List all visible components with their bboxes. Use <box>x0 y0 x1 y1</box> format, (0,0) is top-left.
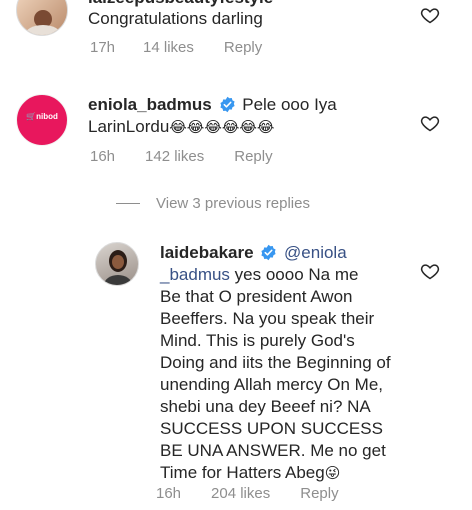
like-heart-icon[interactable] <box>420 113 440 133</box>
divider-line <box>116 203 140 204</box>
cart-icon: 🛒 <box>26 112 37 121</box>
view-previous-replies[interactable]: View 3 previous replies <box>116 195 310 212</box>
comment-2: 🛒nibod eniola_badmus Pele ooo Iya LarinL… <box>0 88 472 178</box>
reply-1: laidebakare @eniola _badmus yes oooo Na … <box>0 238 472 510</box>
like-heart-icon[interactable] <box>420 5 440 25</box>
verified-badge-icon <box>219 96 235 113</box>
reply-line: Mind. This is purely God's <box>160 331 355 350</box>
reply-line: Be that O president Awon <box>160 287 353 306</box>
reply-line: unending Allah mercy On Me, <box>160 375 384 394</box>
profile-photo-icon <box>104 250 132 285</box>
reply-text: laidebakare @eniola _badmus yes oooo Na … <box>160 242 410 484</box>
comment-time: 16h <box>90 148 116 165</box>
avatar[interactable] <box>16 0 68 36</box>
comment-time: 17h <box>90 39 116 56</box>
winking-tongue-emoji: 😜 <box>324 464 341 482</box>
reply-line: Beeffers. Na you speak their <box>160 309 375 328</box>
comment-1: laizeepusbeautyfestyle Congratulations d… <box>0 0 472 70</box>
mention-link-cont[interactable]: _badmus <box>160 265 230 284</box>
comment-body-line2: LarinLordu <box>88 117 170 136</box>
brand-logo: 🛒nibod <box>26 112 58 121</box>
comment-likes[interactable]: 142 likes <box>145 148 204 165</box>
comment-text: eniola_badmus Pele ooo Iya LarinLordu😂😂😂… <box>88 94 408 138</box>
comment-meta: 17h 14 likes Reply <box>90 39 262 56</box>
comment-meta: 16h 142 likes Reply <box>90 148 273 165</box>
comment-text: Congratulations darling <box>88 9 263 28</box>
reply-button[interactable]: Reply <box>234 148 272 165</box>
comment-likes[interactable]: 14 likes <box>143 39 194 56</box>
reply-username[interactable]: laidebakare <box>160 243 254 262</box>
reply-line: BE UNA ANSWER. Me no get <box>160 441 386 460</box>
laughing-emoji: 😂😂😂😂😂😂 <box>169 118 275 136</box>
reply-likes[interactable]: 204 likes <box>211 485 270 502</box>
comment-username[interactable]: eniola_badmus <box>88 95 212 114</box>
reply-time: 16h <box>156 485 182 502</box>
reply-button[interactable]: Reply <box>300 485 338 502</box>
view-replies-label[interactable]: View 3 previous replies <box>156 195 310 212</box>
like-heart-icon[interactable] <box>420 261 440 281</box>
avatar-eniola-badmus[interactable]: 🛒nibod <box>16 94 68 146</box>
reply-line: Doing and iits the Beginning of <box>160 353 391 372</box>
reply-meta: 16h 204 likes Reply <box>156 485 339 502</box>
reply-line: SUCCESS UPON SUCCESS <box>160 419 383 438</box>
avatar-laidebakare[interactable] <box>95 242 139 286</box>
profile-photo-icon <box>25 10 61 35</box>
mention-link[interactable]: @eniola <box>284 243 347 262</box>
reply-line: shebi una dey Beeef ni? NA <box>160 397 371 416</box>
reply-line: Time for Hatters Abeg <box>160 463 325 482</box>
verified-badge-icon <box>261 244 276 261</box>
comment-body-line1: Pele ooo Iya <box>242 95 337 114</box>
reply-line: yes oooo Na me <box>229 265 359 284</box>
reply-button[interactable]: Reply <box>224 39 262 56</box>
